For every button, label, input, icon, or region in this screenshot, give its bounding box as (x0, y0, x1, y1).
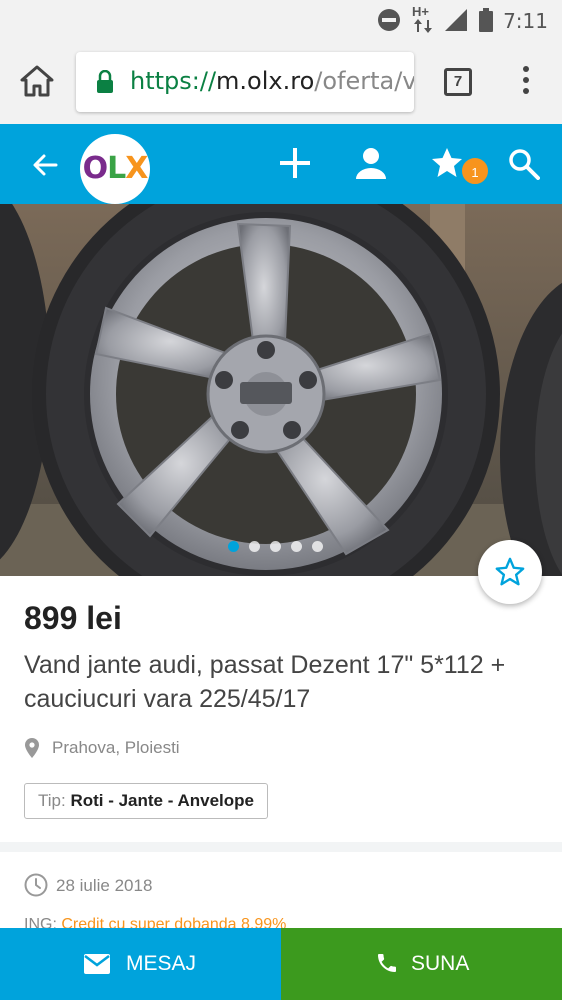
star-outline-icon (495, 557, 525, 586)
tab-switcher-button[interactable]: 7 (444, 68, 472, 96)
clock-icon (24, 873, 48, 897)
favorites-count-badge: 1 (460, 156, 490, 186)
url-text: https://m.olx.ro/oferta/v (130, 67, 414, 95)
gallery-dot[interactable] (312, 541, 323, 552)
envelope-icon (84, 954, 110, 974)
wheel-photo-image (0, 204, 562, 576)
category-tag[interactable]: Tip: Roti - Jante - Anvelope (24, 783, 269, 819)
signal-icon (445, 9, 467, 31)
do-not-disturb-icon (378, 9, 400, 31)
browser-toolbar: https://m.olx.ro/oferta/v 7 (0, 40, 562, 124)
gallery-dot[interactable] (228, 541, 239, 552)
location-pin-icon (25, 738, 39, 758)
message-button[interactable]: MESAJ (0, 928, 281, 1000)
overflow-menu-icon[interactable] (516, 66, 536, 98)
category-value: Roti - Jante - Anvelope (70, 791, 255, 810)
listing-title: Vand jante audi, passat Dezent 17" 5*112… (24, 651, 506, 713)
url-path: /oferta/v (314, 67, 414, 95)
url-scheme: https:// (130, 67, 217, 95)
battery-icon (479, 8, 493, 32)
url-host: m.olx.ro (216, 67, 315, 95)
status-time: 7:11 (503, 9, 548, 33)
call-button-label: SUNA (411, 952, 470, 975)
lock-icon (97, 70, 113, 93)
address-bar[interactable]: https://m.olx.ro/oferta/v (76, 52, 414, 112)
section-divider (0, 842, 562, 852)
search-icon[interactable] (508, 148, 540, 180)
app-header: OLX 1 (0, 124, 562, 204)
network-type-icon: H+ (412, 4, 436, 34)
save-favorite-button[interactable] (478, 540, 542, 604)
account-icon[interactable] (354, 146, 388, 180)
message-button-label: MESAJ (126, 952, 197, 975)
olx-logo[interactable]: OLX (80, 134, 150, 204)
category-prefix: Tip: (38, 791, 66, 810)
gallery-dot[interactable] (249, 541, 260, 552)
contact-action-bar: MESAJ SUNA (0, 928, 562, 1000)
location-text: Prahova, Ploiesti (52, 738, 180, 757)
home-icon[interactable] (20, 64, 54, 98)
add-ad-icon[interactable] (278, 146, 312, 180)
gallery-dot[interactable] (270, 541, 281, 552)
back-arrow-icon[interactable] (30, 150, 60, 180)
gallery-dot[interactable] (291, 541, 302, 552)
status-bar: H+ 7:11 (0, 0, 562, 40)
favorites-star-icon[interactable] (430, 146, 464, 180)
listing-photo[interactable] (0, 204, 562, 576)
listing-price: 899 lei (24, 600, 122, 636)
date-text: 28 iulie 2018 (56, 876, 153, 895)
phone-icon (378, 954, 396, 972)
call-button[interactable]: SUNA (281, 928, 562, 1000)
gallery-pagination (228, 541, 323, 552)
